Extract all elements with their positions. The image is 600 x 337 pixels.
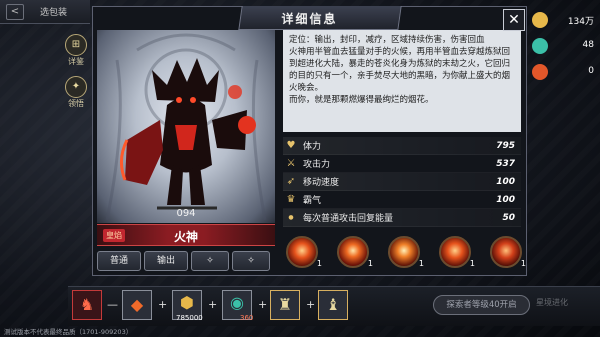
sword-icon: ⚔ bbox=[286, 158, 296, 169]
character-name: 火神 bbox=[173, 230, 198, 244]
stat-row: ⚔ 攻击力 537 bbox=[283, 155, 521, 173]
description-text: 定位：输出，封印，减疗，区域持续伤害，伤害回血 火神用半管血去猛量对手的火候，再… bbox=[289, 35, 511, 105]
side-tab-label: 领悟 bbox=[68, 99, 84, 108]
evolve-label: 星境进化 bbox=[536, 298, 568, 307]
skill-icon[interactable]: 1 bbox=[388, 236, 424, 268]
resource-value: 0 bbox=[588, 66, 594, 76]
stat-value: 100 bbox=[496, 194, 515, 205]
skill-level: 1 bbox=[367, 259, 373, 268]
swirl-icon: ✧ bbox=[206, 256, 214, 266]
explore-level-button[interactable]: 探索者等级40开启 bbox=[433, 295, 530, 315]
skill-level: 1 bbox=[316, 259, 322, 268]
plus-icon: + bbox=[306, 298, 316, 311]
flame-icon bbox=[532, 64, 548, 80]
gem-icon bbox=[532, 38, 548, 54]
stat-value: 100 bbox=[496, 176, 515, 187]
close-button[interactable]: ✕ bbox=[503, 9, 525, 31]
side-tab-detail[interactable]: ⊞ 详鉴 bbox=[62, 34, 90, 67]
plus-icon: + bbox=[258, 298, 268, 311]
side-tab-lead[interactable]: ✦ 领悟 bbox=[62, 76, 90, 109]
output-button[interactable]: 输出 bbox=[144, 251, 188, 271]
stat-label: 霸气 bbox=[303, 196, 322, 206]
character-namebar: 皇焰 火神 bbox=[97, 224, 275, 246]
plus-icon: — bbox=[107, 298, 118, 311]
item-count: 360 bbox=[240, 314, 254, 322]
resource-gem[interactable]: 48 bbox=[530, 38, 600, 54]
plus-icon: + bbox=[158, 298, 168, 311]
skill-level: 1 bbox=[520, 259, 526, 268]
gem-orb-icon: ◉ bbox=[230, 293, 244, 312]
skill-icon[interactable]: 1 bbox=[490, 236, 526, 268]
skill-icon[interactable]: 1 bbox=[337, 236, 373, 268]
description-box: 定位：输出，封印，减疗，区域持续伤害，伤害回血 火神用半管血去猛量对手的火候，再… bbox=[283, 30, 521, 132]
warrior-card-icon: ♜ bbox=[277, 295, 293, 314]
heart-icon: ♥ bbox=[286, 140, 296, 151]
material-slot[interactable]: ◆ bbox=[122, 290, 152, 320]
stat-label: 移动速度 bbox=[303, 178, 340, 188]
top-tab-strip: < 选包装 bbox=[0, 0, 90, 24]
stat-row: ♛ 霸气 100 bbox=[283, 191, 521, 209]
stat-value: 50 bbox=[502, 212, 515, 223]
beast-card-icon: ♝ bbox=[325, 295, 341, 314]
plus-icon: + bbox=[208, 298, 218, 311]
fire-god-thumb-icon: ♞ bbox=[79, 295, 95, 314]
gold-coin-icon: ⬢ bbox=[180, 293, 194, 312]
stat-row: ● 每次普通攻击回复能量 50 bbox=[283, 209, 521, 227]
resource-flame[interactable]: 0 bbox=[530, 64, 600, 80]
character-portrait bbox=[97, 30, 275, 223]
resource-gold[interactable]: 134万 bbox=[530, 12, 600, 28]
tab-label[interactable]: 选包装 bbox=[40, 5, 67, 18]
stats-list: ♥ 体力 795 ⚔ 攻击力 537 ➶ 移动速度 100 ♛ 霸气 100 ●… bbox=[283, 137, 521, 227]
swirl-icon: ✧ bbox=[247, 256, 255, 266]
flame-stone-icon: ◆ bbox=[130, 295, 144, 314]
fire-god-illustration bbox=[105, 33, 267, 221]
skin-toggle-1[interactable]: ✧ bbox=[191, 251, 229, 271]
dialog-title: 详细信息 bbox=[281, 12, 338, 26]
material-slot[interactable]: ♞ bbox=[72, 290, 102, 320]
stat-row: ♥ 体力 795 bbox=[283, 137, 521, 155]
stat-label: 每次普通攻击回复能量 bbox=[303, 214, 394, 224]
stat-value: 795 bbox=[496, 140, 515, 151]
side-tab-label: 详鉴 bbox=[68, 57, 84, 66]
crown-icon: ♛ bbox=[286, 194, 296, 205]
stat-label: 攻击力 bbox=[303, 160, 331, 170]
skill-icon[interactable]: 1 bbox=[286, 236, 322, 268]
material-slot[interactable]: ♝ bbox=[318, 290, 348, 320]
mode-buttons: 普通 输出 ✧ ✧ bbox=[97, 251, 275, 271]
skill-row: 1 1 1 1 1 bbox=[286, 236, 526, 272]
skin-toggle-2[interactable]: ✧ bbox=[232, 251, 270, 271]
skill-level: 1 bbox=[418, 259, 424, 268]
close-icon: ✕ bbox=[508, 12, 520, 28]
dot-icon: ● bbox=[288, 214, 294, 221]
normal-button[interactable]: 普通 bbox=[97, 251, 141, 271]
material-slot[interactable]: ♜ bbox=[270, 290, 300, 320]
stat-label: 体力 bbox=[303, 142, 322, 152]
detail-icon: ⊞ bbox=[65, 34, 87, 56]
stat-value: 537 bbox=[496, 158, 515, 169]
resource-value: 134万 bbox=[567, 17, 594, 27]
lead-icon: ✦ bbox=[65, 76, 87, 98]
gold-icon bbox=[532, 12, 548, 28]
stat-row: ➶ 移动速度 100 bbox=[283, 173, 521, 191]
skill-level: 1 bbox=[469, 259, 475, 268]
resource-value: 48 bbox=[582, 40, 594, 50]
item-count: 785000 bbox=[176, 314, 203, 322]
skill-icon[interactable]: 1 bbox=[439, 236, 475, 268]
character-number: 094 bbox=[176, 208, 196, 219]
build-footnote: 测试版本不代表最终品质（1701-909203） bbox=[4, 328, 133, 336]
boot-icon: ➶ bbox=[286, 176, 296, 187]
back-button[interactable]: < bbox=[6, 4, 24, 20]
